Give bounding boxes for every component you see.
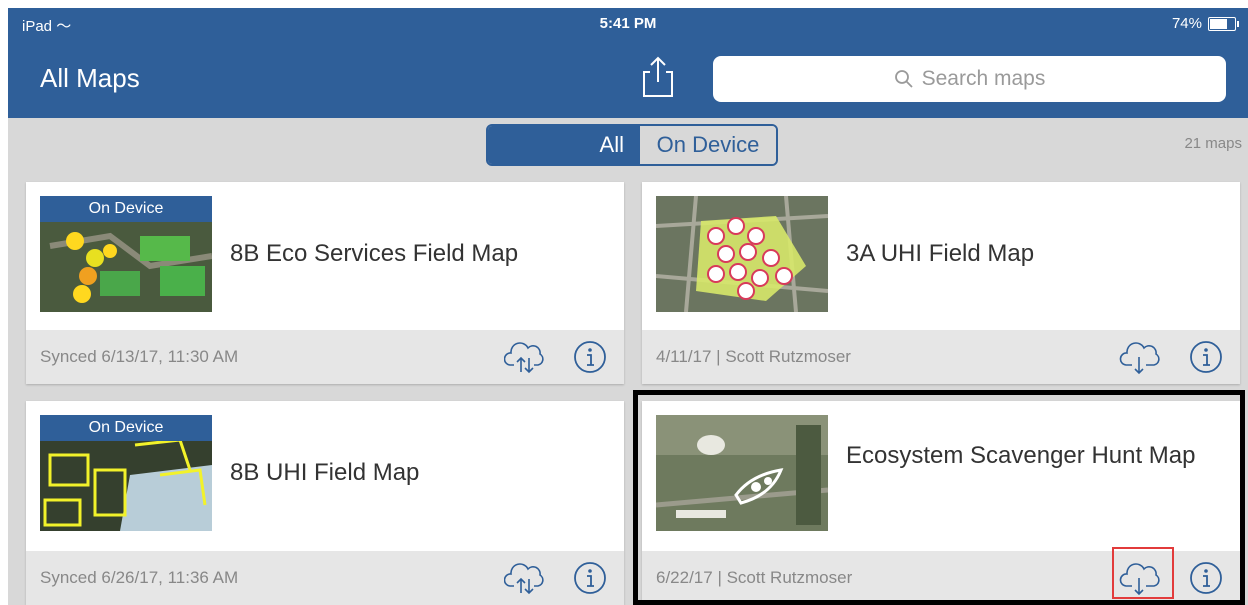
on-device-badge: On Device <box>40 196 212 222</box>
map-title: 3A UHI Field Map <box>846 240 1035 267</box>
share-icon[interactable] <box>638 54 678 100</box>
card-footer: Synced 6/26/17, 11:36 AM <box>26 551 624 605</box>
cloud-sync-icon[interactable] <box>504 560 546 596</box>
battery-icon <box>1208 16 1239 31</box>
map-title: 8B Eco Services Field Map <box>230 240 519 267</box>
info-icon[interactable] <box>1188 339 1224 375</box>
map-title: Ecosystem Scavenger Hunt Map <box>846 442 1196 469</box>
clock: 5:41 PM <box>599 15 657 32</box>
map-thumbnail: On Device <box>40 415 212 531</box>
info-icon[interactable] <box>572 339 608 375</box>
map-count: 21 maps <box>1184 135 1242 152</box>
search-icon <box>894 70 913 88</box>
sync-status: Synced 6/13/17, 11:30 AM <box>40 347 239 366</box>
page-title: All Maps <box>40 63 140 93</box>
nav-bar: All Maps Search maps <box>8 40 1248 118</box>
map-title: 8B UHI Field Map <box>230 459 420 486</box>
card-footer: 4/11/17 | Scott Rutzmoser <box>642 330 1240 384</box>
search-placeholder: Search maps <box>921 67 1046 90</box>
search-input[interactable]: Search maps <box>713 56 1226 102</box>
tab-all[interactable]: All <box>488 126 640 164</box>
battery-percent: 74% <box>1171 15 1202 32</box>
download-focus-box <box>1112 547 1174 599</box>
battery-status: 74% <box>1171 15 1239 32</box>
map-thumbnail <box>656 196 828 312</box>
cloud-download-icon[interactable] <box>1118 339 1160 375</box>
filter-toolbar: All On Device 21 maps <box>8 118 1248 171</box>
map-card[interactable]: On Device 8B UHI Field Map Synced 6/26/1… <box>26 401 624 605</box>
info-icon[interactable] <box>572 560 608 596</box>
map-card[interactable]: On Device 8B Eco Services Field Map Sync… <box>26 182 624 384</box>
card-footer: Synced 6/13/17, 11:30 AM <box>26 330 624 384</box>
map-thumbnail: On Device <box>40 196 212 312</box>
tab-on-device[interactable]: On Device <box>640 126 776 164</box>
sync-status: Synced 6/26/17, 11:36 AM <box>40 568 239 587</box>
map-card[interactable]: 3A UHI Field Map 4/11/17 | Scott Rutzmos… <box>642 182 1240 384</box>
map-date-owner: 6/22/17 | Scott Rutzmoser <box>656 568 853 587</box>
on-device-badge: On Device <box>40 415 212 441</box>
map-date-owner: 4/11/17 | Scott Rutzmoser <box>656 347 851 366</box>
status-bar: iPad ～ 5:41 PM 74% <box>8 8 1248 40</box>
info-icon[interactable] <box>1188 560 1224 596</box>
cloud-sync-icon[interactable] <box>504 339 546 375</box>
map-thumbnail <box>656 415 828 531</box>
segmented-control: All On Device <box>486 124 778 166</box>
